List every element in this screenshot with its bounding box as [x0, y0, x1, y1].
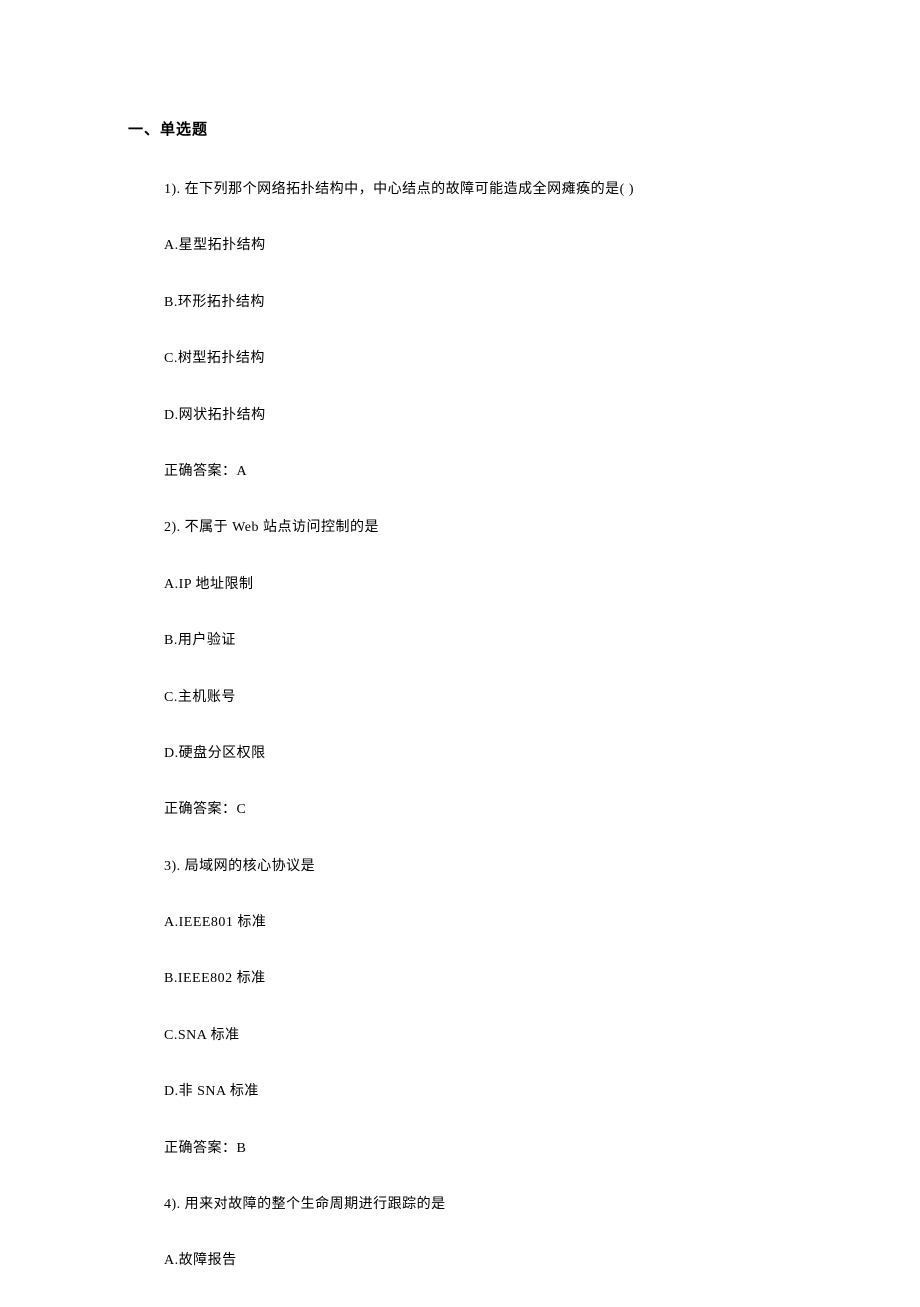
- option-a: A.星型拓扑结构: [164, 235, 808, 257]
- option-c: C.树型拓扑结构: [164, 348, 808, 370]
- answer: 正确答案：A: [164, 461, 808, 483]
- option-d: D.硬盘分区权限: [164, 743, 808, 765]
- option-d: D.网状拓扑结构: [164, 405, 808, 427]
- question-text: 2). 不属于 Web 站点访问控制的是: [164, 517, 808, 539]
- question-text: 4). 用来对故障的整个生命周期进行跟踪的是: [164, 1194, 808, 1216]
- option-b: B.IEEE802 标准: [164, 968, 808, 990]
- section-title: 一、单选题: [128, 118, 808, 139]
- option-c: C.SNA 标准: [164, 1025, 808, 1047]
- answer: 正确答案：B: [164, 1138, 808, 1160]
- option-a: A.IP 地址限制: [164, 574, 808, 596]
- answer: 正确答案：C: [164, 799, 808, 821]
- option-a: A.IEEE801 标准: [164, 912, 808, 934]
- option-b: B.用户验证: [164, 630, 808, 652]
- option-b: B.环形拓扑结构: [164, 292, 808, 314]
- question-text: 1). 在下列那个网络拓扑结构中，中心结点的故障可能造成全网瘫痪的是( ): [164, 179, 808, 201]
- option-a: A.故障报告: [164, 1250, 808, 1272]
- option-d: D.非 SNA 标准: [164, 1081, 808, 1103]
- option-c: C.主机账号: [164, 687, 808, 709]
- question-text: 3). 局域网的核心协议是: [164, 856, 808, 878]
